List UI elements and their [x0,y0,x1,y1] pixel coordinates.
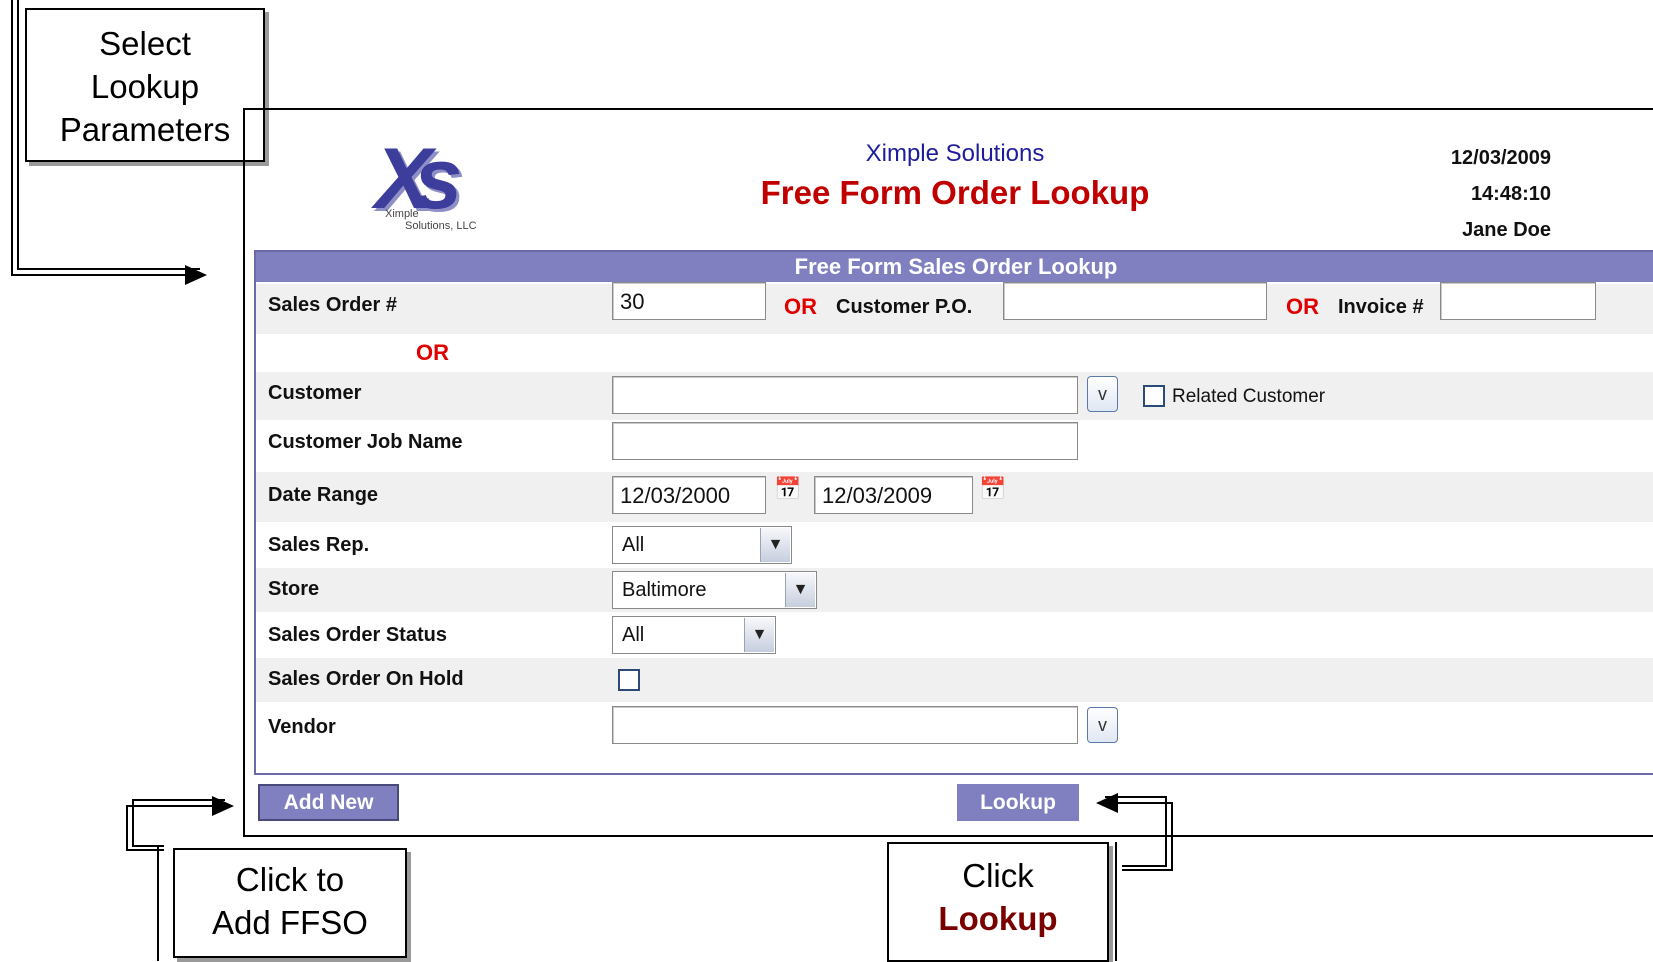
row-on-hold: Sales Order On Hold [256,658,1653,702]
store-label: Store [268,578,320,600]
or-label: OR [784,294,817,319]
row-customer-job: Customer Job Name [256,420,1653,472]
sales-order-input[interactable]: 30 [612,282,766,320]
customer-label: Customer [268,382,362,404]
header-user: Jane Doe [1462,219,1551,241]
form-title: Free Form Sales Order Lookup [256,252,1653,282]
row-sales-order: Sales Order # 30 OR Customer P.O. OR Inv… [256,282,1653,334]
callout-line: Lookup [90,68,200,105]
status-value: All [622,624,645,646]
company-logo: Xs Ximple Solutions, LLC [365,131,490,238]
logo-sub-1: Ximple [385,208,419,220]
customer-job-input[interactable] [612,422,1078,460]
lookup-form: Free Form Sales Order Lookup Sales Order… [254,250,1653,775]
calendar-icon[interactable]: 📅 [979,476,1006,502]
header-time: 14:48:10 [1470,183,1551,205]
logo-sub-2: Solutions, LLC [405,220,477,232]
invoice-input[interactable] [1440,282,1596,320]
invoice-label: Invoice # [1338,296,1424,318]
vendor-dropdown-button[interactable]: v [1087,707,1118,743]
row-sales-rep: Sales Rep. All ▼ [256,522,1653,568]
callout-line: Click to [235,861,345,898]
date-to-input[interactable]: 12/03/2009 [814,476,973,514]
calendar-icon[interactable]: 📅 [774,476,801,502]
row-customer: Customer v Related Customer [256,372,1653,420]
sales-rep-label: Sales Rep. [268,534,370,556]
related-customer-checkbox[interactable] [1143,385,1165,407]
vendor-input[interactable] [612,706,1078,744]
sales-rep-select[interactable]: All ▼ [612,526,792,564]
lookup-button[interactable]: Lookup [957,784,1079,821]
company-name: Ximple Solutions [865,140,1045,167]
callout-line: Click [962,857,1034,894]
callout-line: Select [99,25,191,62]
row-status: Sales Order Status All ▼ [256,612,1653,658]
callout-line: Add FFSO [212,904,368,941]
callout-line: Parameters [59,111,231,148]
status-label: Sales Order Status [268,624,447,646]
row-or: OR [256,334,1653,372]
customer-dropdown-button[interactable]: v [1087,376,1118,412]
customer-po-input[interactable] [1003,282,1267,320]
customer-input[interactable] [612,376,1078,414]
on-hold-checkbox[interactable] [618,669,640,691]
row-vendor: Vendor v [256,702,1653,756]
callout-select-lookup-parameters: Select Lookup Parameters [25,8,265,162]
page-title: Free Form Order Lookup [760,174,1150,211]
date-range-label: Date Range [268,484,379,506]
or-label: OR [416,340,449,365]
callout-click-lookup: Click Lookup [887,842,1109,962]
or-label: OR [1286,294,1319,319]
vendor-label: Vendor [268,716,336,738]
chevron-down-icon[interactable]: ▼ [785,573,815,607]
store-value: Baltimore [622,579,707,601]
store-select[interactable]: Baltimore ▼ [612,571,817,609]
chevron-down-icon[interactable]: ▼ [760,528,790,562]
on-hold-label: Sales Order On Hold [268,668,464,690]
customer-po-label: Customer P.O. [836,296,973,318]
callout-add-ffso: Click to Add FFSO [173,848,407,958]
add-new-button[interactable]: Add New [258,784,399,821]
header-date: 12/03/2009 [1450,147,1551,169]
row-date-range: Date Range 12/03/2000 📅 12/03/2009 📅 [256,472,1653,522]
status-select[interactable]: All ▼ [612,616,776,654]
sales-rep-value: All [622,534,645,556]
date-from-input[interactable]: 12/03/2000 [612,476,766,514]
sales-order-label: Sales Order # [268,294,397,316]
row-store: Store Baltimore ▼ [256,568,1653,612]
callout-line-emphasis: Lookup [938,900,1058,937]
customer-job-label: Customer Job Name [268,431,463,453]
chevron-down-icon[interactable]: ▼ [744,618,774,652]
related-customer-label: Related Customer [1172,386,1326,407]
